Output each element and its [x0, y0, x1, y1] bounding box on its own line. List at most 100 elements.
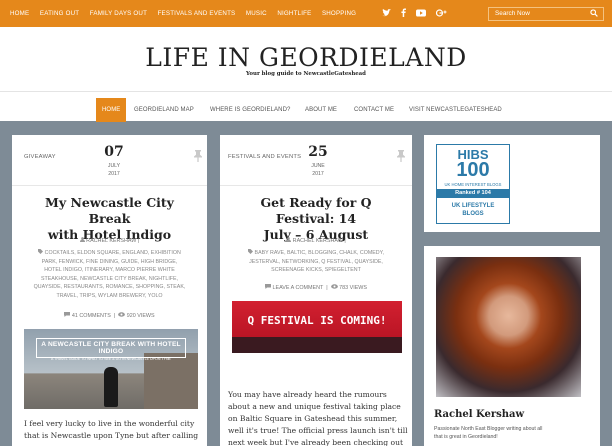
badge-line: UK HOME INTEREST BLOGS [444, 182, 502, 187]
post-tags-line[interactable]: STEAKHOUSE, NEWCASTLE CITY BREAK, NIGHTL… [22, 275, 197, 284]
post-tags-line[interactable]: JESTERVAL, NETWORKING, Q FESTIVAL, QUAYS… [228, 258, 404, 267]
comment-icon [64, 312, 71, 317]
post-excerpt-line: on Baltic Square in Gateshead this summe… [228, 414, 398, 423]
top-nav-nightlife[interactable]: NIGHTLIFE [277, 10, 311, 17]
post-tags-line[interactable]: QUAYSIDE, RESTAURANTS, ROMANCE, SHOPPING… [22, 283, 197, 292]
post-month: JULY [107, 163, 121, 169]
post-card-header: GIVEAWAY 07 JULY 2017 [12, 135, 207, 186]
post-excerpt-line: I feel very lucky to live in the wonderf… [24, 419, 195, 428]
post-tags-line[interactable]: COCKTAILS, ELDON SQUARE, ENGLAND, EXHIBI… [45, 250, 181, 256]
post-author-name: RACHEL KERSHAW [86, 238, 137, 244]
main-nav: HOME GEORDIELAND MAP WHERE IS GEORDIELAN… [0, 91, 612, 122]
post-meta: 41 COMMENTS | 920 VIEWS [12, 312, 207, 319]
sidebar-badge-widget: HIBS 100 UK HOME INTEREST BLOGS Ranked #… [424, 135, 600, 232]
post-year: 2017 [108, 171, 120, 177]
top-nav-festivals-and-events[interactable]: FESTIVALS AND EVENTS [158, 10, 236, 17]
post-author[interactable]: RACHEL KERSHAW | [12, 237, 207, 244]
top-nav-shopping[interactable]: SHOPPING [322, 10, 356, 17]
main-nav-where-is-geordieland[interactable]: WHERE IS GEORDIELAND? [210, 98, 290, 122]
author-bio: Passionate North East Blogger writing ab… [434, 426, 592, 441]
pin-icon [397, 149, 407, 163]
main-nav-home[interactable]: HOME [96, 98, 127, 122]
meta-separator: | [324, 285, 330, 291]
author-separator: | [344, 238, 346, 244]
badge-category: UK LIFESTYLE BLOGS [437, 202, 509, 218]
post-excerpt: You may have already heard the rumours a… [228, 389, 410, 446]
badge-line: UK LIFESTYLE [451, 203, 495, 209]
search-icon[interactable] [590, 9, 598, 19]
user-icon [79, 237, 85, 242]
post-excerpt-line: about a new and unique festival taking p… [228, 402, 401, 411]
post-tags-line[interactable]: PARK, FENWICK, FINE DINING, GUIDE, HIGH … [22, 258, 197, 267]
post-tags-line[interactable]: HOTEL INDIGO, ITINERARY, MARCO PIERRE WH… [22, 266, 197, 275]
post-year: 2017 [312, 171, 324, 177]
post-views: 920 VIEWS [126, 313, 155, 319]
post-title[interactable]: Get Ready for Q Festival: 14 July – 6 Au… [230, 195, 402, 243]
top-nav-home[interactable]: HOME [10, 10, 29, 17]
search-input[interactable]: Search Now [488, 7, 604, 21]
post-tags-line[interactable]: TRAVEL, TRIPS, WYLAM BREWERY, YOLO [22, 292, 197, 301]
site-title[interactable]: LIFE IN GEORDIELAND [0, 43, 612, 72]
image-banner: A NEWCASTLE CITY BREAK WITH HOTEL INDIGO… [36, 338, 186, 361]
post-excerpt-line: that is Newcastle upon Tyne but after ca… [24, 431, 199, 440]
post-tags-line[interactable]: BABY RAVE, BALTIC, BLOGGING, CHALK, COME… [255, 250, 384, 256]
google-plus-icon[interactable] [435, 8, 447, 19]
main-nav-visit-newcastlegateshead[interactable]: VISIT NEWCASTLEGATESHEAD [409, 98, 502, 122]
tag-icon [38, 249, 44, 254]
image-banner-title: A NEWCASTLE CITY BREAK WITH HOTEL INDIGO [41, 341, 181, 355]
post-title[interactable]: My Newcastle City Break with Hotel Indig… [22, 195, 197, 243]
top-nav-family-days-out[interactable]: FAMILY DAYS OUT [90, 10, 147, 17]
post-author[interactable]: RACHEL KERSHAW | [220, 237, 412, 244]
search-placeholder: Search Now [495, 10, 530, 17]
eye-icon [330, 284, 338, 289]
author-bio-line: Passionate North East Blogger writing ab… [434, 426, 543, 432]
main-nav-about-me[interactable]: ABOUT ME [305, 98, 337, 122]
post-month: JUNE [311, 163, 325, 169]
main-nav-geordieland-map[interactable]: GEORDIELAND MAP [134, 98, 194, 122]
top-nav-music[interactable]: MUSIC [246, 10, 267, 17]
image-person [104, 367, 118, 407]
post-day: 07 [104, 144, 124, 160]
post-meta: LEAVE A COMMENT | 783 VIEWS [220, 284, 412, 291]
post-comments-link[interactable]: LEAVE A COMMENT [272, 285, 323, 291]
tag-icon [248, 249, 254, 254]
image-crowd [232, 337, 402, 353]
image-banner-title: Q FESTIVAL IS COMING! [247, 314, 387, 327]
post-tags-line[interactable]: SCREENAGE KICKS, SPIEGELTENT [228, 266, 404, 275]
sidebar-author-widget: Rachel Kershaw Passionate North East Blo… [424, 246, 600, 446]
badge-line: BLOGS [462, 211, 484, 217]
post-category[interactable]: FESTIVALS AND EVENTS [228, 154, 301, 160]
meta-separator: | [112, 313, 117, 319]
post-excerpt: I feel very lucky to live in the wonderf… [24, 418, 204, 442]
social-links [382, 0, 457, 27]
youtube-icon[interactable] [416, 9, 426, 19]
post-category[interactable]: GIVEAWAY [24, 154, 56, 160]
badge-line: 100 [456, 159, 490, 181]
post-tags: COCKTAILS, ELDON SQUARE, ENGLAND, EXHIBI… [22, 249, 197, 301]
post-author-name: RACHEL KERSHAW [292, 238, 343, 244]
post-excerpt-line: well it's true! The official press launc… [228, 426, 408, 435]
comment-icon [264, 284, 271, 289]
top-bar: HOME EATING OUT FAMILY DAYS OUT FESTIVAL… [0, 0, 612, 27]
twitter-icon[interactable] [382, 8, 391, 19]
post-excerpt-line: next week but I've already been checking… [228, 438, 404, 446]
post-card-header: FESTIVALS AND EVENTS 25 JUNE 2017 [220, 135, 412, 186]
post-featured-image[interactable]: A NEWCASTLE CITY BREAK WITH HOTEL INDIGO… [24, 329, 198, 409]
site-tagline: Your blog guide to NewcastleGateshead [246, 71, 366, 77]
post-card: FESTIVALS AND EVENTS 25 JUNE 2017 Get Re… [220, 135, 412, 446]
author-bio-line: that is great in Geordieland! [434, 433, 498, 440]
badge-rank: Ranked # 104 [437, 189, 509, 198]
post-title-line: My Newcastle City Break [45, 195, 174, 226]
main-nav-contact-me[interactable]: CONTACT ME [354, 98, 394, 122]
site-header: LIFE IN GEORDIELAND Your blog guide to N… [0, 27, 612, 122]
post-comments-link[interactable]: 41 COMMENTS [72, 313, 111, 319]
post-featured-image[interactable]: Q FESTIVAL IS COMING! [232, 301, 402, 353]
post-title-line: Get Ready for Q Festival: 14 [260, 195, 372, 226]
hibs-badge[interactable]: HIBS 100 UK HOME INTEREST BLOGS Ranked #… [436, 144, 510, 224]
post-card: GIVEAWAY 07 JULY 2017 My Newcastle City … [12, 135, 207, 446]
top-nav-eating-out[interactable]: EATING OUT [40, 10, 79, 17]
post-tags: BABY RAVE, BALTIC, BLOGGING, CHALK, COME… [228, 249, 404, 275]
post-views: 783 VIEWS [339, 285, 367, 291]
facebook-icon[interactable] [401, 8, 406, 19]
post-excerpt-line: You may have already heard the rumours [228, 390, 387, 399]
